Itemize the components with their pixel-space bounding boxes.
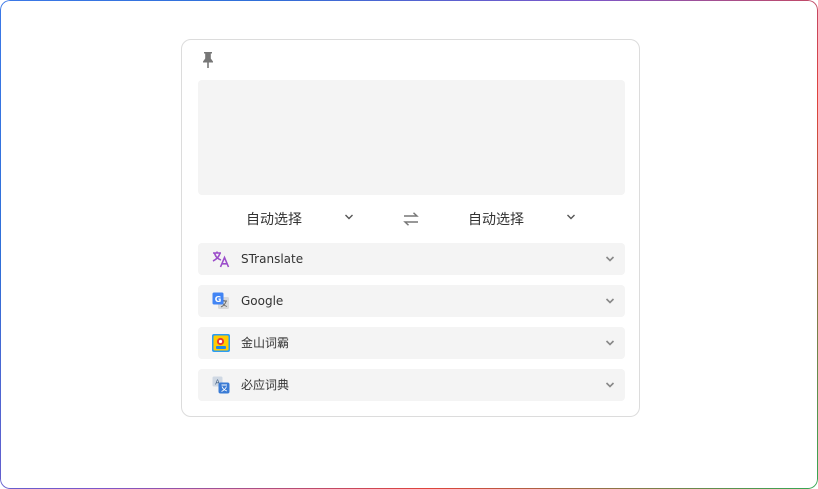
google-translate-icon: G xyxy=(212,292,229,309)
service-name: STranslate xyxy=(241,252,304,266)
translate-card: 自动选择 自动选择 STranslate G Google 金山词霸 A 必应词… xyxy=(181,39,640,417)
swap-languages-icon[interactable] xyxy=(402,210,420,228)
chevron-down-icon xyxy=(605,256,615,262)
iciba-icon xyxy=(212,334,230,352)
chevron-down-icon xyxy=(345,214,353,220)
source-text-input[interactable] xyxy=(198,80,625,195)
service-name: Google xyxy=(241,294,284,308)
svg-text:G: G xyxy=(215,295,222,304)
bing-dict-icon: A xyxy=(212,376,230,394)
service-name: 必应词典 xyxy=(241,378,290,392)
source-language-select[interactable]: 自动选择 xyxy=(246,206,358,232)
source-language-label: 自动选择 xyxy=(246,212,302,228)
service-name: 金山词霸 xyxy=(241,336,290,350)
service-row-iciba[interactable]: 金山词霸 xyxy=(198,327,625,359)
service-row-google[interactable]: G Google xyxy=(198,285,625,317)
app-window: 自动选择 自动选择 STranslate G Google 金山词霸 A 必应词… xyxy=(0,0,818,489)
target-language-label: 自动选择 xyxy=(468,212,524,228)
chevron-down-icon xyxy=(567,214,575,220)
chevron-down-icon xyxy=(605,382,615,388)
service-row-bing-dict[interactable]: A 必应词典 xyxy=(198,369,625,401)
pin-icon[interactable] xyxy=(201,50,215,70)
stranslate-icon xyxy=(212,251,230,268)
chevron-down-icon xyxy=(605,298,615,304)
chevron-down-icon xyxy=(605,340,615,346)
language-bar: 自动选择 自动选择 xyxy=(198,206,625,232)
service-row-stranslate[interactable]: STranslate xyxy=(198,243,625,275)
target-language-select[interactable]: 自动选择 xyxy=(468,206,580,232)
